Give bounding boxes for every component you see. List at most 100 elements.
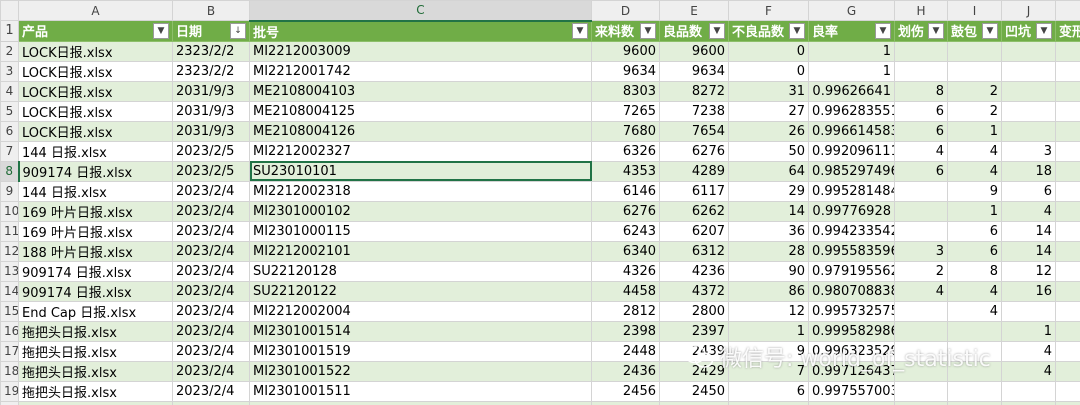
table-cell[interactable]: 2448 bbox=[591, 340, 660, 362]
table-cell[interactable]: 0.996323529 bbox=[808, 340, 895, 362]
row-number[interactable]: 8 bbox=[0, 160, 20, 182]
row-number[interactable]: 16 bbox=[0, 320, 19, 342]
table-cell[interactable]: 9 bbox=[947, 180, 1002, 202]
table-cell[interactable] bbox=[894, 300, 948, 322]
table-cell[interactable]: 4353 bbox=[591, 160, 660, 182]
table-cell[interactable]: 6 bbox=[947, 240, 1002, 262]
row-number[interactable]: 19 bbox=[0, 380, 19, 402]
header-cell-yield[interactable]: 良率 ▼ bbox=[808, 20, 895, 42]
table-cell[interactable]: 2023/2/4 bbox=[172, 260, 250, 282]
table-cell[interactable]: 4 bbox=[1001, 360, 1056, 382]
header-cell-incoming[interactable]: 来料数 ▼ bbox=[591, 20, 660, 42]
table-cell[interactable]: 31 bbox=[728, 80, 809, 102]
table-cell[interactable]: 909174 日报.xlsx bbox=[18, 160, 173, 182]
table-cell[interactable] bbox=[894, 380, 948, 402]
table-cell[interactable]: 0 bbox=[728, 40, 809, 62]
table-cell[interactable]: 0.996283551 bbox=[808, 100, 895, 122]
table-cell[interactable]: 9600 bbox=[591, 40, 660, 62]
table-cell[interactable]: 12 bbox=[1001, 260, 1056, 282]
table-cell[interactable]: 6207 bbox=[659, 220, 729, 242]
table-cell[interactable]: 2023/2/4 bbox=[172, 180, 250, 202]
table-cell[interactable]: 8 bbox=[894, 80, 948, 102]
header-cell-product[interactable]: 产品 ▼ bbox=[18, 20, 173, 42]
table-cell[interactable]: 2031/9/3 bbox=[172, 80, 250, 102]
table-cell[interactable]: 2450 bbox=[659, 380, 729, 402]
table-cell[interactable]: 86 bbox=[728, 280, 809, 302]
table-cell[interactable]: 7238 bbox=[659, 100, 729, 122]
table-cell[interactable]: 14 bbox=[1001, 240, 1056, 262]
table-cell[interactable]: SU23010101 bbox=[249, 160, 592, 182]
table-cell[interactable]: 拖把头日报.xlsx bbox=[18, 400, 173, 405]
table-cell[interactable]: SU22120128 bbox=[249, 260, 592, 282]
table-cell[interactable] bbox=[1055, 60, 1080, 82]
table-cell[interactable]: 2480 bbox=[591, 400, 660, 405]
table-cell[interactable] bbox=[1055, 320, 1080, 342]
table-cell[interactable]: 6276 bbox=[659, 140, 729, 162]
table-cell[interactable]: LOCK日报.xlsx bbox=[18, 80, 173, 102]
column-header-j[interactable]: J bbox=[1001, 0, 1056, 21]
table-cell[interactable]: 8 bbox=[947, 260, 1002, 282]
table-cell[interactable]: 0.992096111 bbox=[808, 140, 895, 162]
table-cell[interactable]: 8303 bbox=[591, 80, 660, 102]
table-cell[interactable]: 0.995281484 bbox=[808, 180, 895, 202]
filter-dropdown-icon[interactable]: ▼ bbox=[572, 23, 588, 39]
table-cell[interactable]: 1 bbox=[947, 120, 1002, 142]
table-cell[interactable]: 0.980708838 bbox=[808, 280, 895, 302]
table-cell[interactable]: ME2108004103 bbox=[249, 80, 592, 102]
table-cell[interactable]: 9634 bbox=[659, 60, 729, 82]
table-cell[interactable]: MI2301000102 bbox=[249, 200, 592, 222]
column-header-e[interactable]: E bbox=[659, 0, 729, 21]
table-cell[interactable]: 6312 bbox=[659, 240, 729, 262]
table-cell[interactable]: 144 日报.xlsx bbox=[18, 140, 173, 162]
table-cell[interactable]: MI2212002318 bbox=[249, 180, 592, 202]
table-cell[interactable]: 9634 bbox=[591, 60, 660, 82]
table-cell[interactable]: 169 叶片日报.xlsx bbox=[18, 200, 173, 222]
table-cell[interactable]: ME2108004126 bbox=[249, 120, 592, 142]
row-number[interactable]: 9 bbox=[0, 180, 19, 202]
table-cell[interactable] bbox=[894, 400, 948, 405]
table-cell[interactable]: 3 bbox=[894, 240, 948, 262]
table-cell[interactable]: 2429 bbox=[659, 360, 729, 382]
column-header-g[interactable]: G bbox=[808, 0, 895, 21]
table-cell[interactable]: 28 bbox=[728, 240, 809, 262]
table-cell[interactable] bbox=[1001, 60, 1056, 82]
table-cell[interactable]: 2023/2/4 bbox=[172, 220, 250, 242]
table-cell[interactable]: 2023/2/4 bbox=[172, 300, 250, 322]
table-cell[interactable] bbox=[947, 40, 1002, 62]
row-number[interactable]: 5 bbox=[0, 100, 19, 122]
table-cell[interactable]: 0.996614583 bbox=[808, 120, 895, 142]
table-cell[interactable]: 0.997557003 bbox=[808, 380, 895, 402]
table-cell[interactable]: 169 叶片日报.xlsx bbox=[18, 220, 173, 242]
table-cell[interactable]: 2023/2/5 bbox=[172, 140, 250, 162]
table-cell[interactable]: 144 日报.xlsx bbox=[18, 180, 173, 202]
table-cell[interactable]: 7680 bbox=[591, 120, 660, 142]
row-number[interactable]: 13 bbox=[0, 260, 19, 282]
header-cell-date[interactable]: 日期 ↓ bbox=[172, 20, 250, 42]
row-number[interactable]: 15 bbox=[0, 300, 19, 322]
table-cell[interactable]: 16 bbox=[1001, 280, 1056, 302]
table-cell[interactable]: 3 bbox=[1001, 140, 1056, 162]
filter-dropdown-icon[interactable]: ▼ bbox=[875, 22, 891, 39]
filter-dropdown-icon[interactable]: ▼ bbox=[709, 22, 725, 39]
table-cell[interactable]: SU22120122 bbox=[249, 280, 592, 302]
table-cell[interactable]: 4 bbox=[947, 300, 1002, 322]
table-cell[interactable] bbox=[1055, 400, 1080, 405]
column-header-a[interactable]: A bbox=[18, 0, 173, 21]
row-number[interactable]: 4 bbox=[0, 80, 19, 102]
filter-dropdown-icon[interactable]: ▼ bbox=[928, 22, 944, 39]
table-cell[interactable]: 4 bbox=[894, 280, 948, 302]
table-cell[interactable]: 0.995732575 bbox=[808, 300, 895, 322]
table-cell[interactable]: 4289 bbox=[659, 160, 729, 182]
table-cell[interactable]: 27 bbox=[728, 100, 809, 122]
row-number[interactable]: 14 bbox=[0, 280, 19, 302]
header-cell-defective[interactable]: 不良品数 ▼ bbox=[728, 20, 809, 42]
table-cell[interactable]: 0.99626641 bbox=[808, 80, 895, 102]
table-cell[interactable]: 2023/2/4 bbox=[172, 380, 250, 402]
row-number[interactable]: 6 bbox=[0, 120, 19, 142]
table-cell[interactable]: 2023/2/4 bbox=[172, 400, 250, 405]
table-cell[interactable]: 14 bbox=[1001, 220, 1056, 242]
table-cell[interactable]: 26 bbox=[728, 120, 809, 142]
table-cell[interactable]: 2439 bbox=[659, 340, 729, 362]
header-cell-deform[interactable]: 变形 bbox=[1055, 20, 1080, 42]
table-cell[interactable]: 6 bbox=[1001, 180, 1056, 202]
